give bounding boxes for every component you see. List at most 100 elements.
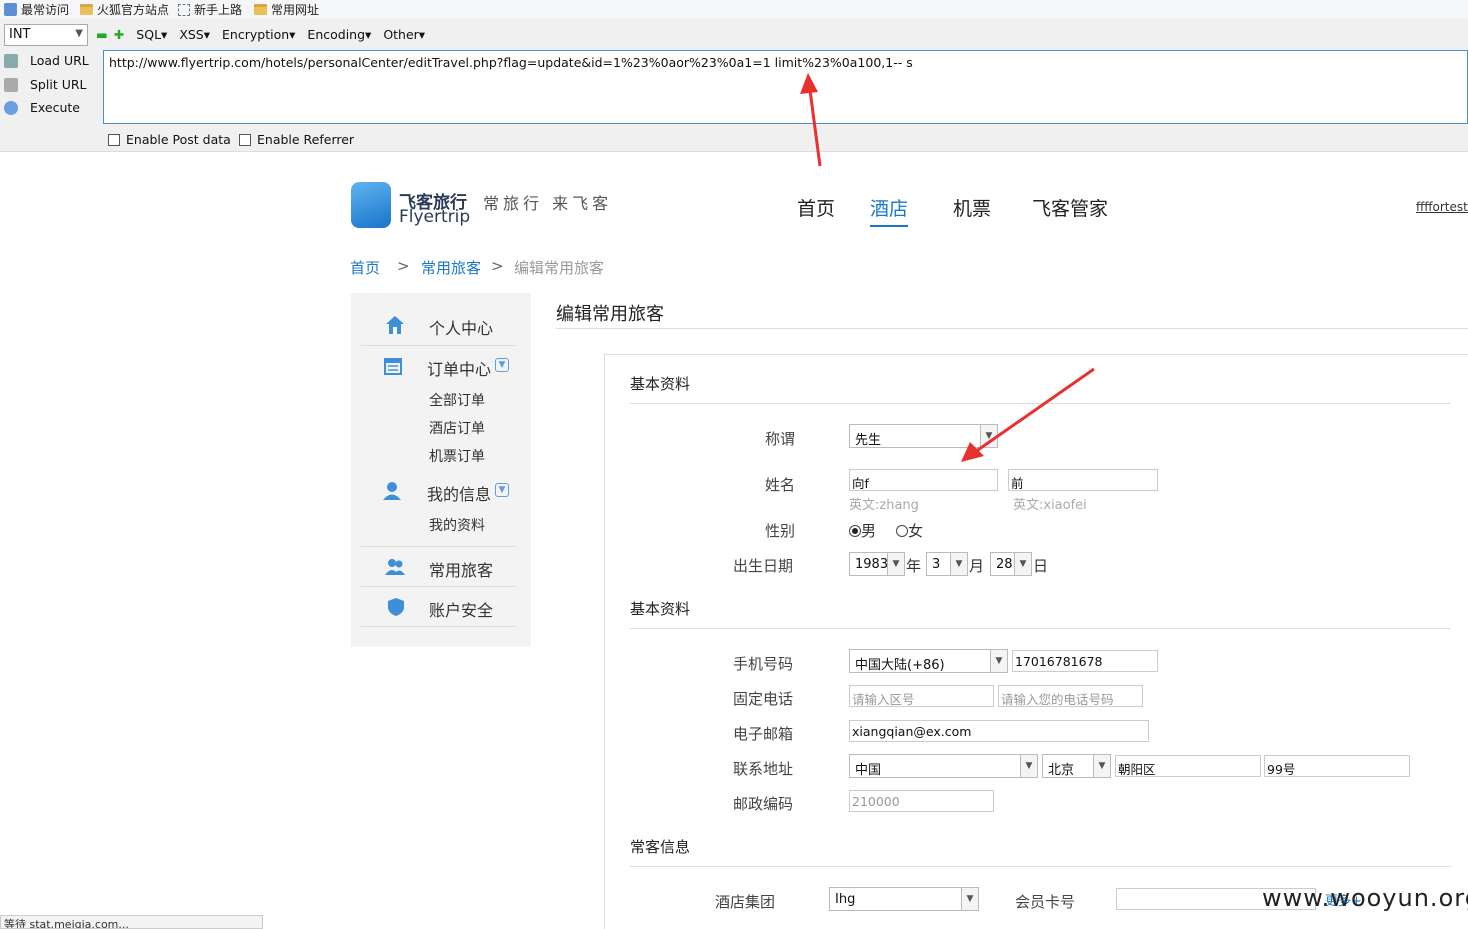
month-unit: 月 [969, 557, 985, 575]
nav-hotel[interactable]: 酒店 [870, 194, 909, 227]
chevron-down-icon: ▼ [1014, 553, 1031, 575]
logo-en[interactable]: Flyertrip [399, 207, 470, 227]
sidebar-item-my-profile[interactable]: 我的资料 [429, 515, 485, 535]
execute-button[interactable]: Execute [4, 100, 80, 115]
calendar-icon [384, 358, 402, 375]
menu-xss[interactable]: XSS▾ [179, 27, 210, 42]
chevron-down-icon: ▼ [1093, 755, 1110, 777]
salutation-select[interactable]: 先生 ▼ [849, 424, 998, 448]
split-url-button[interactable]: Split URL [4, 77, 87, 92]
email-label: 电子邮箱 [733, 725, 794, 743]
hackbar-panel: INT ▼ ▬ ✚ SQL▾ XSS▾ Encryption▾ Encoding▾… [0, 18, 1468, 152]
type-select[interactable]: INT ▼ [4, 24, 88, 46]
bookmark-getting-started[interactable]: 新手上路 [178, 1, 242, 18]
menu-encryption[interactable]: Encryption▾ [222, 27, 295, 42]
chevron-down-icon[interactable]: ▼ [495, 483, 509, 497]
gender-label: 性别 [765, 522, 796, 540]
surname-input[interactable]: 向f [849, 469, 998, 491]
city-select[interactable]: 北京 ▼ [1042, 754, 1111, 778]
section-frequent-title: 常客信息 [630, 838, 691, 856]
bookmark-icon [4, 3, 17, 16]
user-link[interactable]: ffffortest@ [1416, 200, 1468, 214]
breadcrumb-travelers[interactable]: 常用旅客 [421, 257, 481, 278]
year-unit: 年 [906, 557, 922, 575]
url-textarea[interactable]: http://www.flyertrip.com/hotels/personal… [103, 50, 1468, 124]
flyertrip-logo-icon[interactable] [351, 182, 391, 228]
section-basic-title: 基本资料 [630, 375, 691, 393]
form-container [604, 354, 1468, 929]
chevron-down-icon[interactable]: ▼ [495, 358, 509, 372]
email-input[interactable]: xiangqian@ex.com [849, 720, 1149, 742]
chevron-down-icon: ▼ [75, 28, 83, 39]
day-select[interactable]: 28 ▼ [990, 552, 1032, 576]
hotel-group-label: 酒店集团 [715, 893, 776, 911]
month-select[interactable]: 3 ▼ [926, 552, 968, 576]
nav-flight[interactable]: 机票 [953, 194, 991, 221]
country-code-select[interactable]: 中国大陆(+86) ▼ [849, 649, 1008, 673]
home-icon [386, 316, 404, 334]
radio-checked-icon [849, 525, 861, 537]
zip-label: 邮政编码 [733, 795, 794, 813]
address-label: 联系地址 [733, 760, 794, 778]
shield-icon [388, 598, 404, 616]
folder-icon [80, 4, 93, 15]
gender-male-radio[interactable]: 男 [849, 520, 876, 541]
increase-icon[interactable]: ✚ [114, 27, 124, 42]
mobile-input[interactable]: 17016781678 [1012, 650, 1158, 672]
menu-other[interactable]: Other▾ [383, 27, 425, 42]
given-name-input[interactable]: 前 [1008, 469, 1158, 491]
dob-label: 出生日期 [733, 557, 794, 575]
radio-icon [896, 525, 908, 537]
area-code-input[interactable]: 请输入区号 [849, 685, 994, 707]
menu-sql[interactable]: SQL▾ [136, 27, 167, 42]
breadcrumb-current: 编辑常用旅客 [514, 259, 605, 277]
menu-encoding[interactable]: Encoding▾ [307, 27, 371, 42]
sidebar-item-flight-orders[interactable]: 机票订单 [429, 446, 485, 466]
decrease-icon[interactable]: ▬ [96, 27, 108, 42]
enable-referrer-checkbox[interactable]: Enable Referrer [239, 132, 354, 147]
sidebar-item-hotel-orders[interactable]: 酒店订单 [429, 418, 485, 438]
name-label: 姓名 [765, 476, 796, 494]
bookmark-common-sites[interactable]: 常用网址 [254, 1, 319, 18]
phone-label: 固定电话 [733, 690, 794, 708]
slogan: 常旅行 来飞客 [483, 194, 613, 213]
chevron-down-icon: ▼ [887, 553, 904, 575]
nav-butler[interactable]: 飞客管家 [1032, 194, 1108, 221]
surname-hint: 英文:zhang [849, 498, 919, 513]
country-select[interactable]: 中国 ▼ [849, 754, 1038, 778]
breadcrumb-home[interactable]: 首页 [350, 257, 380, 278]
page-icon [178, 3, 190, 16]
sidebar-item-all-orders[interactable]: 全部订单 [429, 390, 485, 410]
zip-input[interactable]: 210000 [849, 790, 994, 812]
bookmark-most-visited[interactable]: 最常访问 [4, 1, 69, 18]
bookmark-firefox-official[interactable]: 火狐官方站点 [80, 1, 169, 18]
street-input[interactable]: 99号 [1264, 755, 1410, 777]
users-icon [385, 559, 405, 575]
nav-home[interactable]: 首页 [797, 194, 835, 221]
chevron-down-icon: ▼ [1020, 755, 1037, 777]
chevron-down-icon: ▼ [980, 425, 997, 447]
phone-input[interactable]: 请输入您的电话号码 [998, 685, 1143, 707]
load-url-button[interactable]: Load URL [4, 53, 89, 68]
mobile-label: 手机号码 [733, 655, 794, 673]
user-icon [383, 482, 401, 500]
year-select[interactable]: 1983 ▼ [849, 552, 905, 576]
watermark: www.wooyun.org [1262, 884, 1468, 912]
bookmarks-toolbar: 最常访问 火狐官方站点 新手上路 常用网址 [0, 0, 1468, 18]
member-card-label: 会员卡号 [1015, 893, 1076, 911]
salutation-label: 称谓 [765, 430, 796, 448]
enable-post-checkbox[interactable]: Enable Post data [108, 132, 231, 147]
gender-female-radio[interactable]: 女 [896, 520, 923, 541]
hotel-group-select[interactable]: Ihg ▼ [829, 887, 979, 911]
breadcrumb-sep: > [491, 257, 504, 275]
page-title: 编辑常用旅客 [556, 304, 664, 325]
district-input[interactable]: 朝阳区 [1115, 755, 1261, 777]
day-unit: 日 [1033, 557, 1049, 575]
play-icon [4, 100, 18, 115]
given-name-hint: 英文:xiaofei [1013, 498, 1087, 513]
status-bar: 等待 stat.meiqia.com... [0, 915, 263, 929]
breadcrumb-sep: > [397, 257, 410, 275]
section-contact-title: 基本资料 [630, 600, 691, 618]
sidebar: 个人中心 订单中心 ▼ 全部订单 酒店订单 机票订单 我的信息 ▼ 我的资料 常… [351, 293, 531, 647]
hackbar-menu: ▬ ✚ SQL▾ XSS▾ Encryption▾ Encoding▾ Othe… [96, 27, 425, 42]
